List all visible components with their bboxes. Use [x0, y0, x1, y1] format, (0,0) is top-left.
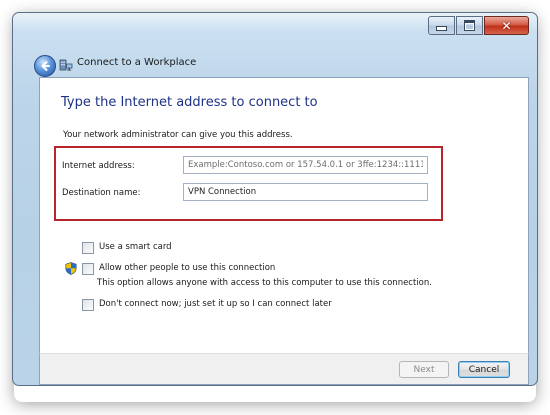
internet-address-label: Internet address:	[62, 161, 135, 171]
destination-name-input[interactable]	[183, 183, 428, 201]
close-button[interactable]: ✕	[484, 16, 529, 35]
back-button[interactable]	[34, 55, 56, 77]
allow-others-label: Allow other people to use this connectio…	[99, 263, 276, 273]
uac-shield-icon	[65, 262, 77, 275]
allow-others-note: This option allows anyone with access to…	[97, 278, 432, 288]
wizard-footer: Next Cancel	[39, 353, 529, 385]
screenshot-canvas: ✕ Connect to a Workplace Type the Intern…	[0, 0, 550, 415]
minimize-icon	[436, 26, 447, 31]
internet-address-input[interactable]	[183, 156, 428, 174]
back-arrow-icon	[41, 61, 50, 71]
close-icon: ✕	[501, 18, 512, 33]
next-button[interactable]: Next	[399, 361, 449, 378]
smart-card-label: Use a smart card	[99, 242, 172, 252]
minimize-button[interactable]	[428, 16, 455, 35]
wizard-content: Type the Internet address to connect to …	[39, 77, 529, 355]
allow-others-option[interactable]: Allow other people to use this connectio…	[82, 262, 275, 275]
allow-others-checkbox[interactable]	[82, 263, 94, 275]
page-heading: Type the Internet address to connect to	[61, 95, 318, 110]
smart-card-checkbox[interactable]	[82, 242, 94, 254]
network-workplace-icon	[59, 59, 73, 71]
dialog-window: ✕ Connect to a Workplace Type the Intern…	[12, 12, 538, 386]
instruction-text: Your network administrator can give you …	[63, 130, 293, 140]
window-controls: ✕	[428, 16, 529, 35]
destination-name-label: Destination name:	[62, 188, 141, 198]
maximize-icon	[464, 20, 475, 31]
maximize-button[interactable]	[456, 16, 483, 35]
dont-connect-option[interactable]: Don't connect now; just set it up so I c…	[82, 298, 332, 311]
dont-connect-label: Don't connect now; just set it up so I c…	[99, 299, 332, 309]
window-title: Connect to a Workplace	[77, 57, 197, 68]
cancel-button[interactable]: Cancel	[458, 361, 510, 378]
smart-card-option[interactable]: Use a smart card	[82, 241, 172, 254]
dont-connect-checkbox[interactable]	[82, 299, 94, 311]
